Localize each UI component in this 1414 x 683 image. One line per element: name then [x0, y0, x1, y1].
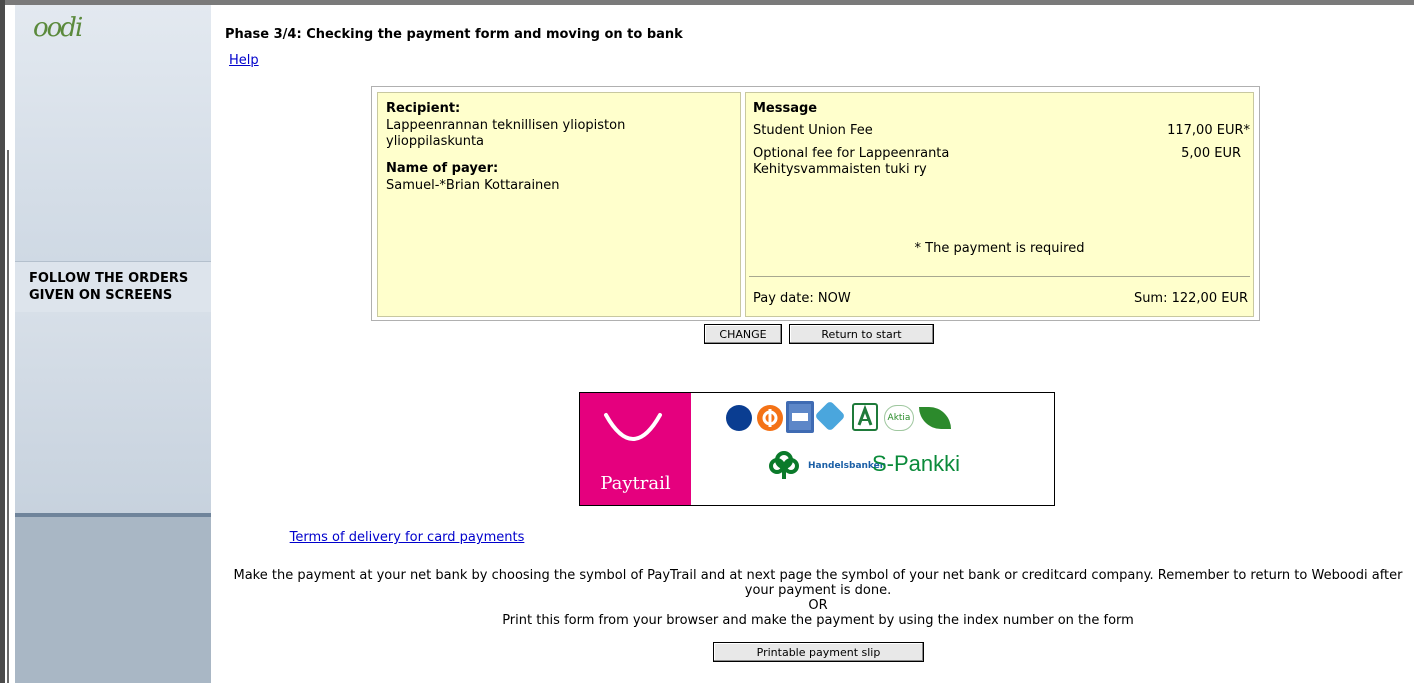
- handelsbanken-icon[interactable]: [768, 449, 800, 481]
- required-note: * The payment is required: [914, 241, 1085, 256]
- orders-notice-text: FOLLOW THE ORDERS GIVEN ON SCREENS: [29, 271, 189, 303]
- sidebar: oodi FOLLOW THE ORDERS GIVEN ON SCREENS: [15, 5, 211, 683]
- instruction-print: Print this form from your browser and ma…: [502, 613, 1134, 628]
- alandsbanken-icon[interactable]: [919, 407, 951, 429]
- pop-pankki-icon[interactable]: [852, 403, 878, 431]
- paytrail-label: Paytrail: [600, 473, 671, 494]
- window-left-shadow: [7, 150, 9, 683]
- pay-date: Pay date: NOW: [753, 291, 851, 306]
- sidebar-top: oodi: [15, 5, 211, 261]
- paytrail-brand-panel: Paytrail: [580, 393, 691, 505]
- sidebar-middle: [15, 312, 211, 515]
- fee-name: Student Union Fee: [753, 123, 873, 138]
- sum-total: Sum: 122,00 EUR: [1133, 291, 1248, 306]
- recipient-label: Recipient:: [386, 101, 461, 116]
- divider: [749, 276, 1250, 277]
- return-to-start-button[interactable]: Return to start: [789, 324, 934, 344]
- danske-bank-icon[interactable]: [786, 401, 814, 433]
- paytrail-banner[interactable]: Paytrail Aktia Handelsbanken S-Pankki: [579, 392, 1055, 506]
- payment-instructions: Make the payment at your net bank by cho…: [222, 568, 1414, 628]
- op-icon[interactable]: [757, 405, 783, 431]
- page-title: Phase 3/4: Checking the payment form and…: [225, 27, 683, 42]
- window-top-border: [0, 0, 1414, 5]
- payer-value: Samuel-*Brian Kottarainen: [386, 178, 560, 193]
- recipient-panel: Recipient: Lappeenrannan teknillisen yli…: [377, 92, 741, 317]
- instruction-netbank: Make the payment at your net bank by cho…: [233, 568, 1403, 598]
- s-pankki-label[interactable]: S-Pankki: [872, 451, 960, 477]
- nordea-icon[interactable]: [726, 405, 752, 431]
- window-left-border: [0, 0, 5, 683]
- payer-label: Name of payer:: [386, 161, 499, 176]
- payment-summary: Recipient: Lappeenrannan teknillisen yli…: [371, 86, 1260, 321]
- terms-link[interactable]: Terms of delivery for card payments: [0, 530, 1223, 545]
- message-panel: Message Student Union Fee 117,00 EUR* Op…: [745, 92, 1254, 317]
- change-button[interactable]: CHANGE: [704, 324, 782, 344]
- printable-payment-slip-button[interactable]: Printable payment slip: [713, 642, 924, 662]
- or-text: OR: [808, 598, 828, 613]
- aktia-icon[interactable]: Aktia: [884, 405, 914, 431]
- help-link[interactable]: Help: [229, 53, 259, 68]
- message-label: Message: [753, 101, 818, 116]
- fee-amount: 117,00 EUR*: [1167, 123, 1250, 138]
- fee-name: Optional fee for Lappeenranta Kehitysvam…: [753, 146, 950, 177]
- recipient-value: Lappeenrannan teknillisen yliopiston yli…: [386, 118, 626, 149]
- shopping-bag-icon: [604, 413, 662, 441]
- sidebar-orders-notice: FOLLOW THE ORDERS GIVEN ON SCREENS: [15, 261, 211, 313]
- oodi-logo: oodi: [33, 13, 83, 43]
- saastopankki-icon[interactable]: [814, 400, 846, 432]
- fee-amount: 5,00 EUR: [1181, 146, 1241, 161]
